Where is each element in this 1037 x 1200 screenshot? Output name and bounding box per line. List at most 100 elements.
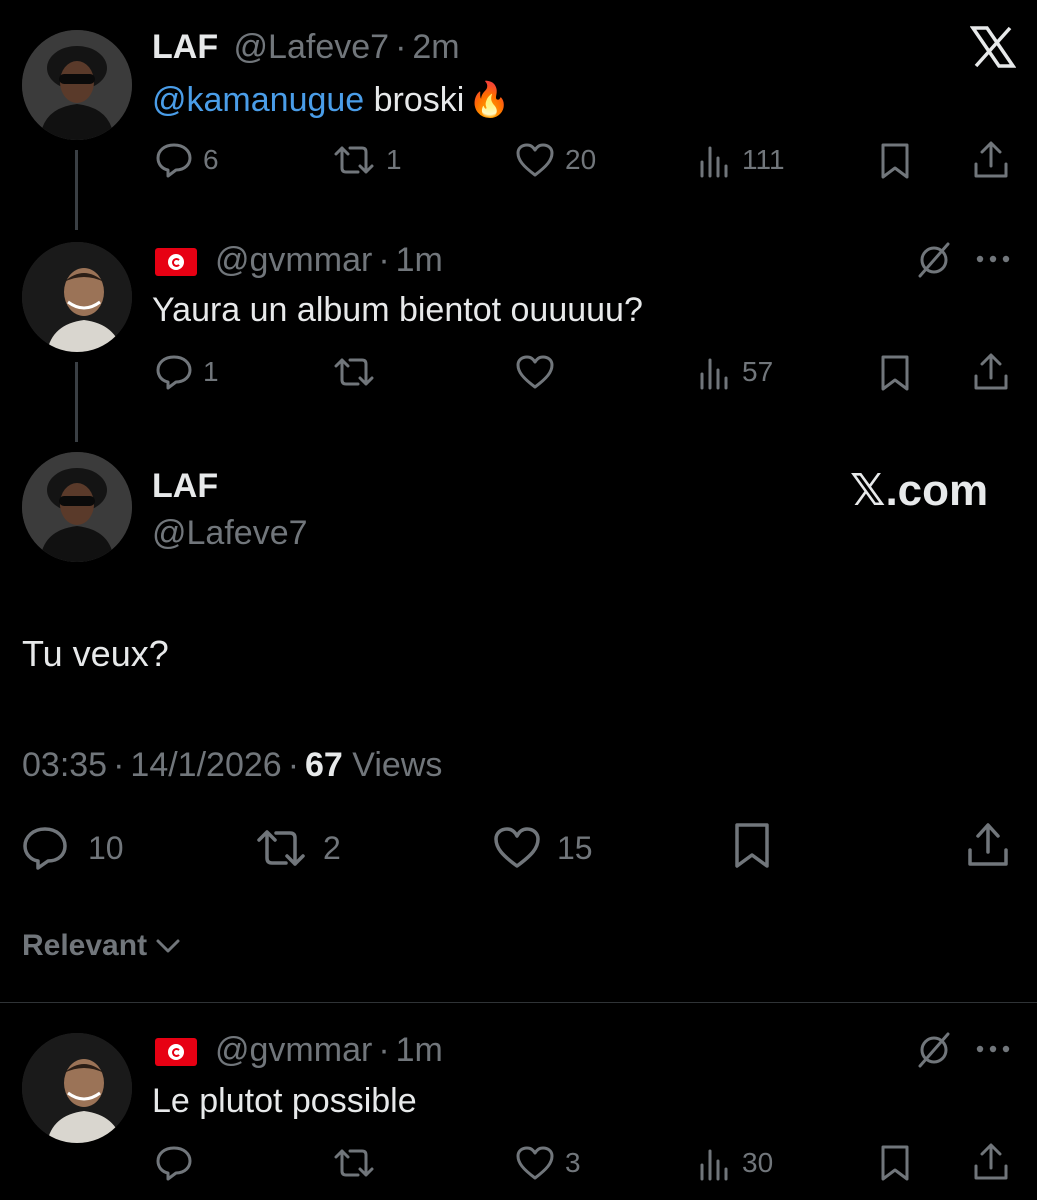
repost-icon <box>334 146 374 174</box>
repost-icon <box>257 830 305 866</box>
separator: · <box>378 1031 390 1069</box>
like-button[interactable] <box>515 354 565 390</box>
avatar[interactable] <box>22 452 132 562</box>
bookmark-button[interactable] <box>732 822 772 875</box>
x-logo-icon[interactable] <box>969 26 1017 73</box>
tunisia-flag-icon <box>155 1038 197 1067</box>
like-count: 3 <box>565 1147 581 1178</box>
heart-icon <box>516 143 554 177</box>
tweet-body: broski <box>364 81 465 119</box>
share-icon <box>974 1143 1008 1180</box>
tweet-header: LAF @Lafeve7 · 2m <box>152 27 460 67</box>
tweet-date[interactable]: 14/1/2026 <box>130 746 281 784</box>
separator: · <box>287 746 300 784</box>
mention-link[interactable]: @kamanugue <box>152 81 364 119</box>
tweet-header: @gvmmar · 1m <box>155 1030 443 1070</box>
avatar[interactable] <box>22 30 132 140</box>
timestamp[interactable]: 2m <box>412 28 459 66</box>
views-count: 111 <box>742 144 785 175</box>
repost-button[interactable] <box>332 354 386 390</box>
more-options-icon[interactable] <box>974 1042 1012 1061</box>
tweet-header: @gvmmar · 1m <box>155 240 443 280</box>
repost-button[interactable] <box>332 1145 386 1181</box>
repost-button[interactable]: 1 <box>332 142 402 178</box>
hidden-reply-icon[interactable] <box>914 1030 954 1075</box>
like-button[interactable]: 3 <box>515 1145 581 1181</box>
like-count: 15 <box>557 829 593 866</box>
watermark: 𝕏.com <box>850 466 989 515</box>
bookmark-icon <box>881 1145 909 1181</box>
reply-icon <box>23 827 67 870</box>
like-count: 20 <box>565 144 597 175</box>
reply-icon <box>156 355 192 390</box>
tweet-time[interactable]: 03:35 <box>22 746 107 784</box>
like-button[interactable]: 15 <box>493 826 593 870</box>
reply-button[interactable]: 10 <box>22 826 124 870</box>
views-icon <box>700 358 728 390</box>
tweet-text: Yaura un album bientot ouuuuu? <box>152 291 643 329</box>
repost-icon <box>334 1149 374 1177</box>
sort-dropdown[interactable]: Relevant <box>22 926 181 966</box>
views-button[interactable]: 30 <box>698 1145 773 1181</box>
separator: · <box>113 746 125 784</box>
handle[interactable]: @Lafeve7 <box>152 513 308 553</box>
handle[interactable]: @gvmmar <box>215 241 372 279</box>
display-name[interactable]: LAF <box>152 28 218 66</box>
tunisia-flag-icon <box>155 248 197 277</box>
reply-icon <box>156 143 192 178</box>
repost-button[interactable]: 2 <box>255 826 341 870</box>
reply-button[interactable]: 6 <box>155 142 219 178</box>
avatar[interactable] <box>22 1033 132 1143</box>
separator: · <box>378 241 390 279</box>
chevron-down-icon <box>156 939 180 953</box>
more-options-icon[interactable] <box>974 252 1012 271</box>
views-count: 57 <box>742 356 774 387</box>
bookmark-icon <box>881 355 909 391</box>
tweet-meta: 03:35 · 14/1/2026 · 67 Views <box>22 745 442 785</box>
tweet-text: Le plutot possible <box>152 1082 417 1120</box>
heart-icon <box>494 827 540 868</box>
share-button[interactable] <box>972 140 1010 185</box>
views-button[interactable]: 111 <box>698 142 785 178</box>
reply-count: 6 <box>203 144 219 175</box>
views-icon <box>700 1149 728 1181</box>
heart-icon <box>516 1146 554 1180</box>
thread-line <box>75 150 78 230</box>
avatar[interactable] <box>22 242 132 352</box>
share-button[interactable] <box>972 352 1010 397</box>
share-icon <box>974 353 1008 390</box>
reply-button[interactable]: 1 <box>155 354 219 390</box>
share-button[interactable] <box>966 822 1010 873</box>
bookmark-icon <box>735 823 769 868</box>
reply-button[interactable] <box>155 1145 203 1181</box>
timestamp[interactable]: 1m <box>396 1031 443 1069</box>
share-button[interactable] <box>972 1142 1010 1187</box>
fire-emoji: 🔥 <box>468 81 511 119</box>
tweet-text: Tu veux? <box>22 633 169 674</box>
like-button[interactable]: 20 <box>515 142 596 178</box>
reply-count: 10 <box>88 829 124 866</box>
tweet-text: @kamanugue broski 🔥 <box>152 80 511 120</box>
views-icon <box>700 146 728 178</box>
bookmark-button[interactable] <box>878 1144 912 1187</box>
share-icon <box>968 823 1008 866</box>
timestamp[interactable]: 1m <box>396 241 443 279</box>
share-icon <box>974 141 1008 178</box>
bookmark-button[interactable] <box>878 354 912 397</box>
sort-label: Relevant <box>22 929 148 962</box>
hidden-reply-icon[interactable] <box>914 240 954 285</box>
handle[interactable]: @gvmmar <box>215 1031 372 1069</box>
thread-line <box>75 362 78 442</box>
reply-count: 1 <box>203 356 219 387</box>
handle[interactable]: @Lafeve7 <box>234 28 390 66</box>
display-name[interactable]: LAF <box>152 466 218 506</box>
repost-count: 2 <box>323 829 341 866</box>
bookmark-button[interactable] <box>878 142 912 185</box>
repost-icon <box>334 358 374 386</box>
views-button[interactable]: 57 <box>698 354 773 390</box>
views-count: 67 <box>305 746 343 784</box>
separator: · <box>395 28 407 66</box>
views-label: Views <box>342 746 443 784</box>
views-count: 30 <box>742 1147 774 1178</box>
repost-count: 1 <box>386 144 402 175</box>
